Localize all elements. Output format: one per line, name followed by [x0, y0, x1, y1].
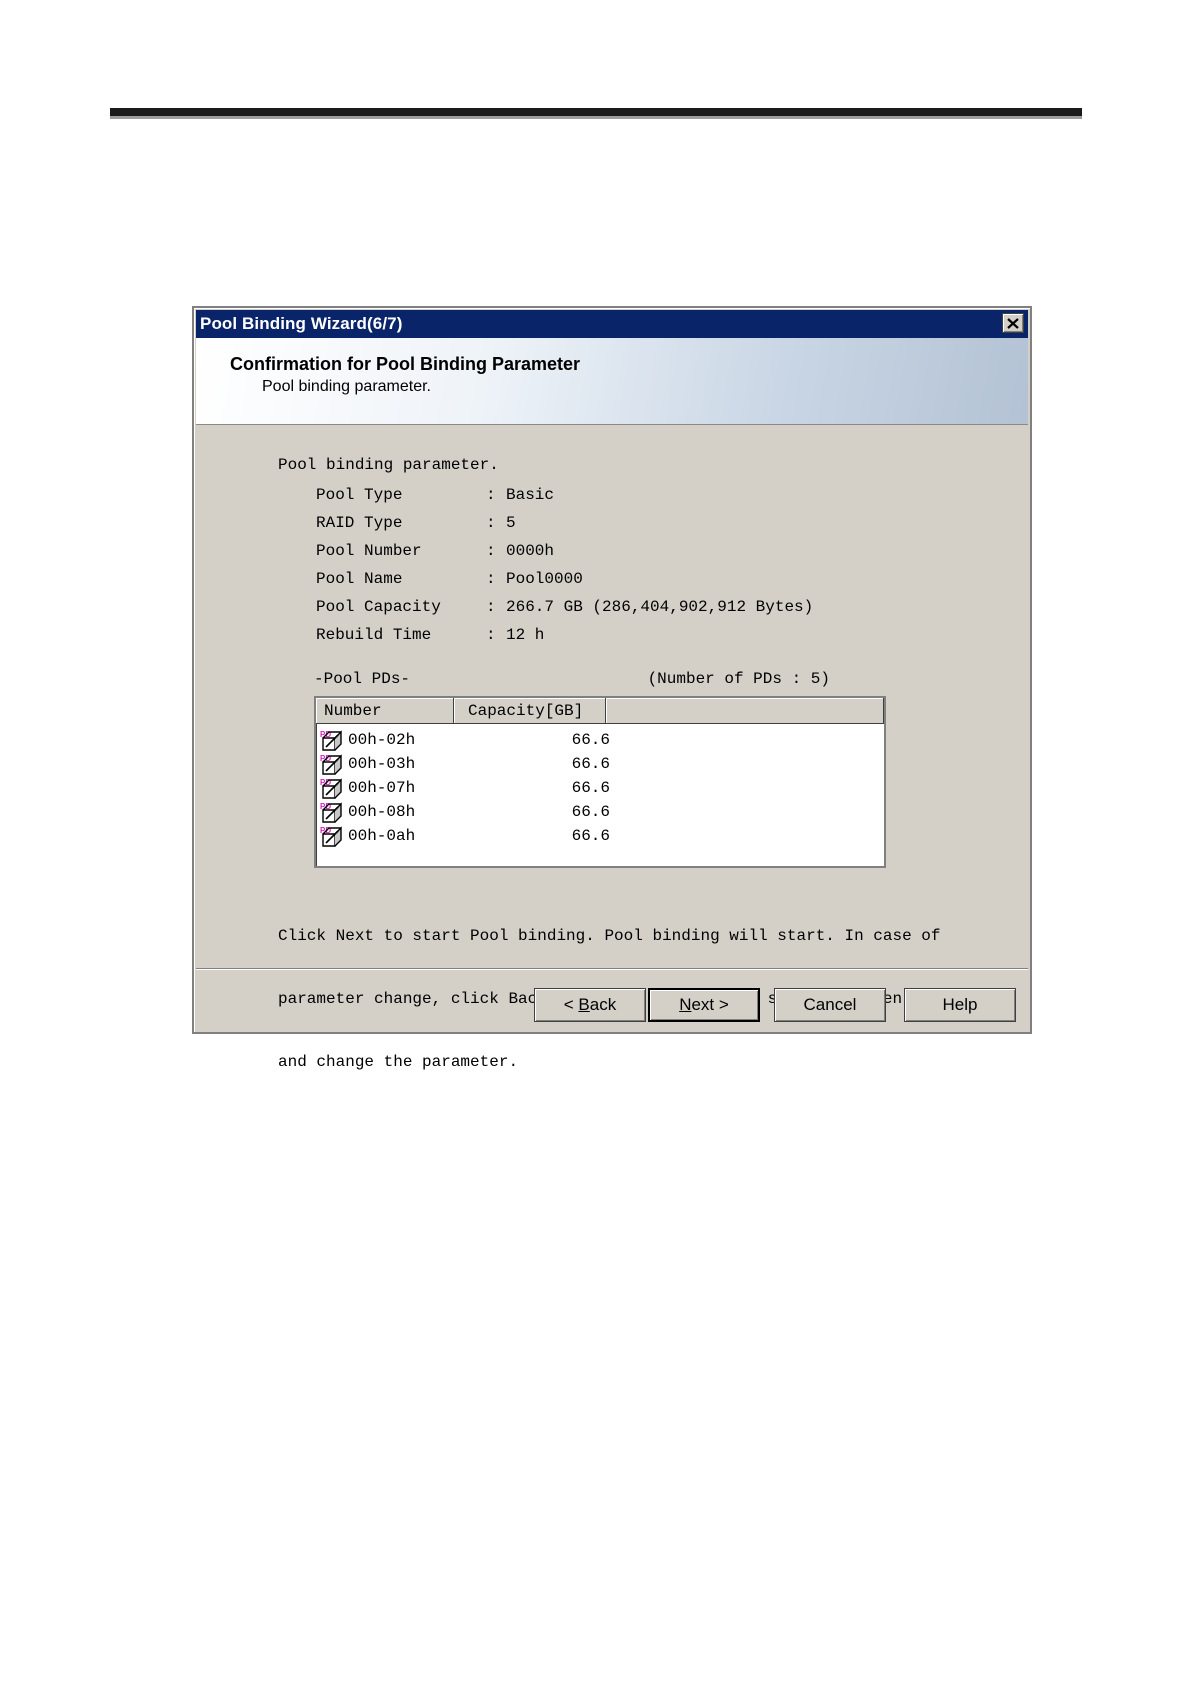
- param-label: Pool Type: [316, 486, 403, 504]
- banner-title: Confirmation for Pool Binding Parameter: [230, 354, 581, 374]
- param-label: Rebuild Time: [316, 626, 432, 644]
- pd-drive-icon: PD: [320, 754, 342, 775]
- table-header: Number Capacity[GB]: [316, 698, 884, 724]
- pd-drive-icon: PD: [320, 826, 342, 847]
- pd-number: 00h-03h: [348, 755, 416, 773]
- table-row[interactable]: PD 00h-03h 66.6: [320, 752, 880, 776]
- pd-drive-icon: PD: [320, 802, 342, 823]
- param-value: Pool0000: [506, 570, 583, 588]
- pd-number: 00h-07h: [348, 779, 416, 797]
- cancel-button[interactable]: Cancel: [774, 988, 886, 1022]
- pd-drive-icon: PD: [320, 778, 342, 799]
- title-bar[interactable]: Pool Binding Wizard(6/7): [196, 310, 1028, 338]
- column-header-empty[interactable]: [606, 698, 884, 724]
- pd-number: 00h-0ah: [348, 827, 416, 845]
- param-label: Pool Name: [316, 570, 403, 588]
- parameter-heading: Pool binding parameter.: [278, 456, 499, 474]
- pd-count: (Number of PDs : 5): [647, 670, 830, 688]
- table-row[interactable]: PD 00h-07h 66.6: [320, 776, 880, 800]
- next-button-label: ext: [691, 995, 715, 1014]
- pool-pds-table[interactable]: Number Capacity[GB] PD 00h-02h 66.6 PD 0…: [314, 696, 886, 868]
- instruction-line: Click Next to start Pool binding. Pool b…: [278, 927, 941, 945]
- param-colon: :: [486, 570, 496, 588]
- pd-number: 00h-08h: [348, 803, 416, 821]
- close-icon: [1007, 317, 1019, 329]
- back-button-mnemonic: B: [578, 995, 590, 1014]
- pd-capacity: 66.6: [571, 827, 610, 845]
- param-value: Basic: [506, 486, 555, 504]
- next-button[interactable]: Next >: [648, 988, 760, 1022]
- param-value: 12 h: [506, 626, 545, 644]
- pool-binding-wizard-dialog: Pool Binding Wizard(6/7) Confirmation fo…: [192, 306, 1032, 1071]
- param-colon: :: [486, 514, 496, 532]
- page-header-rule: [110, 108, 1082, 116]
- button-separator: [196, 968, 1028, 970]
- next-button-suffix: >: [714, 995, 729, 1014]
- pool-pds-label: -Pool PDs-: [314, 670, 411, 688]
- param-label: Pool Capacity: [316, 598, 441, 616]
- param-label: RAID Type: [316, 514, 403, 532]
- pd-capacity: 66.6: [571, 779, 610, 797]
- banner-subtitle: Pool binding parameter.: [262, 378, 431, 395]
- param-value: 5: [506, 514, 516, 532]
- back-button-label: ack: [589, 995, 617, 1014]
- param-value: 0000h: [506, 542, 555, 560]
- param-label: Pool Number: [316, 542, 422, 560]
- pd-capacity: 66.6: [571, 803, 610, 821]
- pd-capacity: 66.6: [571, 755, 610, 773]
- param-value: 266.7 GB (286,404,902,912 Bytes): [506, 598, 814, 616]
- pd-number: 00h-02h: [348, 731, 416, 749]
- instruction-line: and change the parameter.: [278, 1053, 519, 1071]
- back-button[interactable]: < Back: [534, 988, 646, 1022]
- table-row[interactable]: PD 00h-02h 66.6: [320, 728, 880, 752]
- table-row[interactable]: PD 00h-08h 66.6: [320, 800, 880, 824]
- back-button-prefix: <: [563, 995, 579, 1014]
- help-button[interactable]: Help: [904, 988, 1016, 1022]
- wizard-banner: Confirmation for Pool Binding Parameter …: [196, 338, 1028, 425]
- close-button[interactable]: [1002, 313, 1024, 333]
- pd-capacity: 66.6: [571, 731, 610, 749]
- column-header-capacity[interactable]: Capacity[GB]: [454, 698, 606, 724]
- param-colon: :: [486, 598, 496, 616]
- pd-drive-icon: PD: [320, 730, 342, 751]
- window-title: Pool Binding Wizard(6/7): [200, 314, 403, 333]
- param-colon: :: [486, 486, 496, 504]
- table-row[interactable]: PD 00h-0ah 66.6: [320, 824, 880, 848]
- param-colon: :: [486, 626, 496, 644]
- next-button-mnemonic: N: [679, 995, 692, 1014]
- param-colon: :: [486, 542, 496, 560]
- column-header-number[interactable]: Number: [316, 698, 454, 724]
